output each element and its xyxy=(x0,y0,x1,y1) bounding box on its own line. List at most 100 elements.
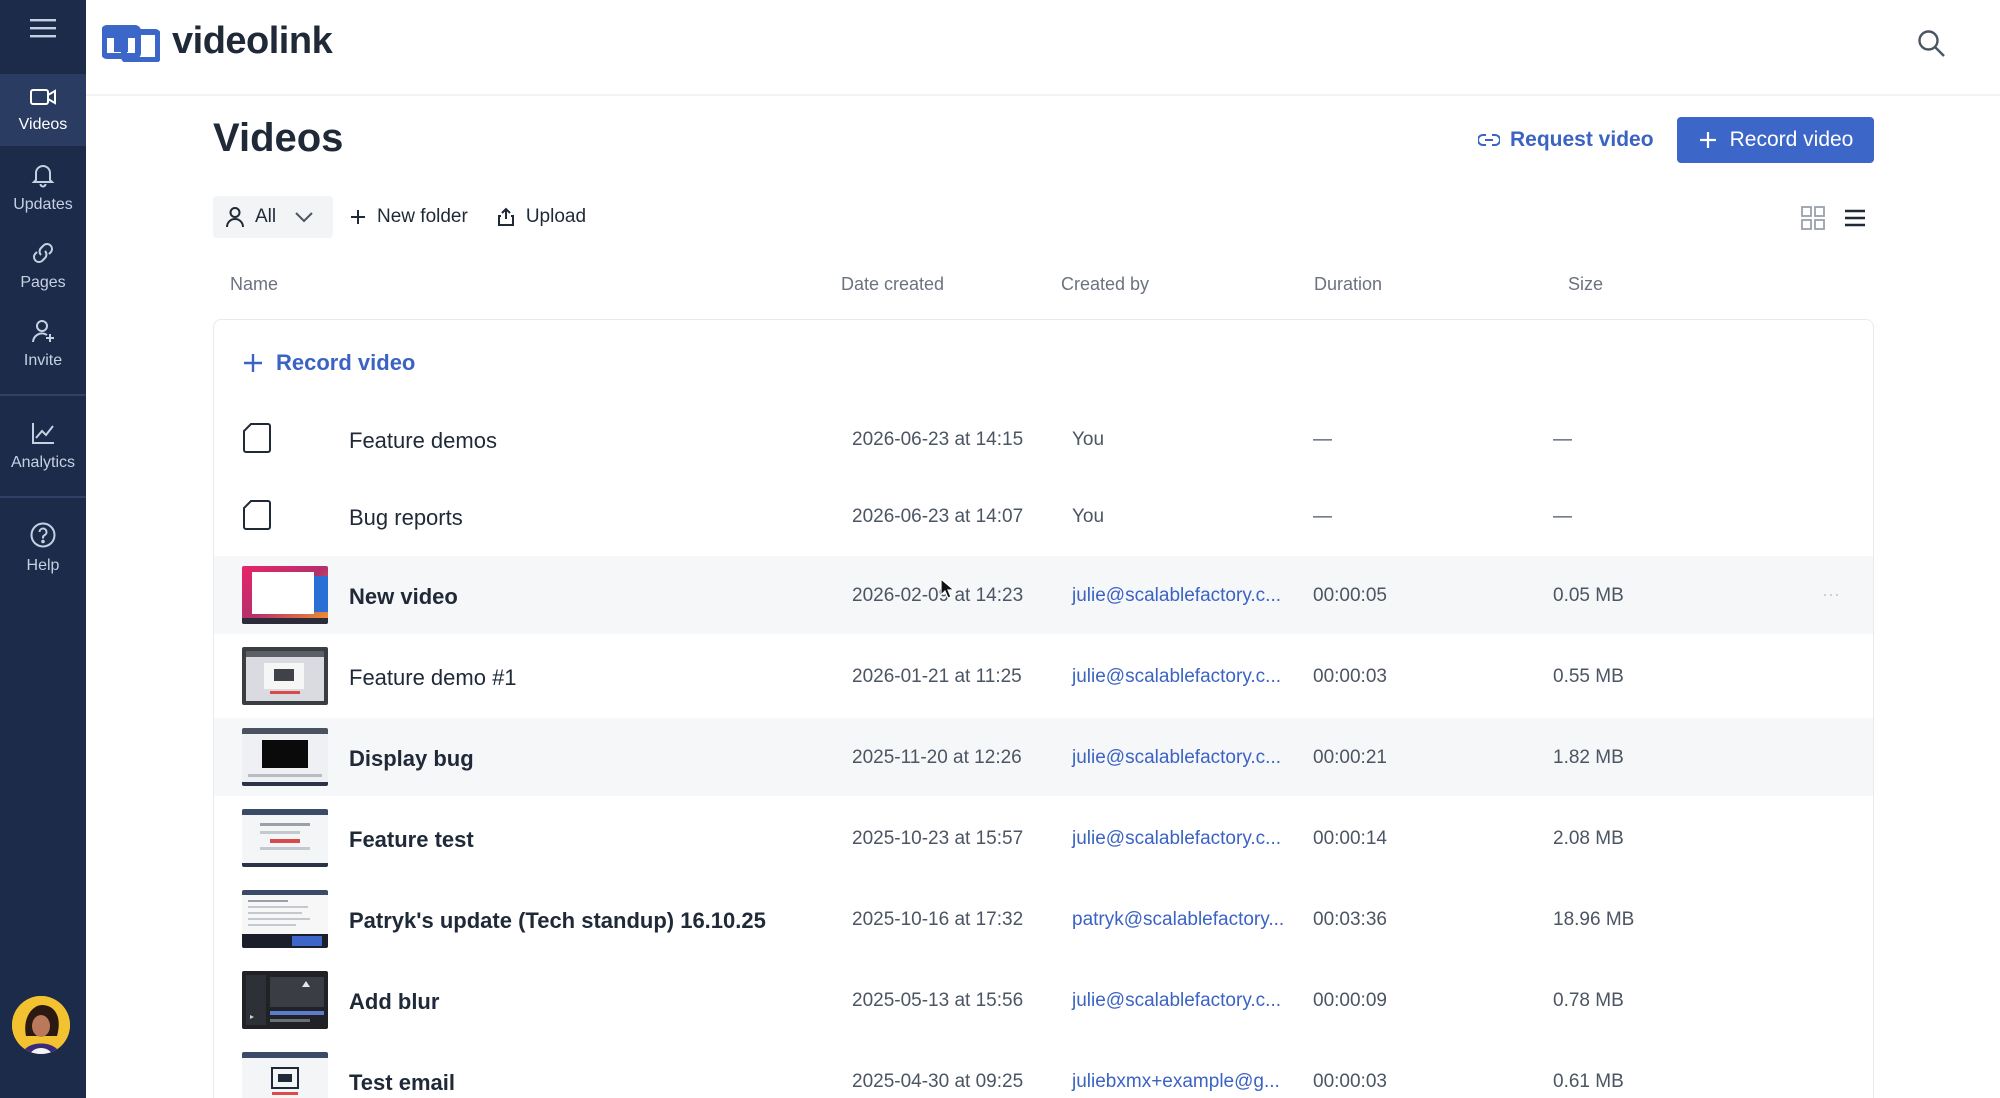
column-header-size[interactable]: Size xyxy=(1568,274,1603,295)
search-button[interactable] xyxy=(1916,28,1950,62)
duration: — xyxy=(1313,506,1332,527)
sidebar-item-help[interactable]: Help xyxy=(0,512,86,584)
menu-button[interactable] xyxy=(0,0,86,56)
video-name: Test email xyxy=(349,1070,455,1095)
user-icon xyxy=(226,207,244,228)
video-name: Display bug xyxy=(349,746,474,771)
video-row[interactable]: Add blur 2025-05-13 at 15:56 julie@scala… xyxy=(214,961,1873,1039)
upload-button[interactable]: Upload xyxy=(496,206,586,228)
date-created: 2026-01-21 at 11:25 xyxy=(852,666,1022,687)
mouse-cursor-icon xyxy=(940,578,956,599)
created-by[interactable]: julie@scalablefactory.c... xyxy=(1072,990,1281,1012)
video-name: Feature test xyxy=(349,827,474,852)
sidebar-item-label: Videos xyxy=(18,116,68,133)
upload-label: Upload xyxy=(525,206,587,227)
grid-view-button[interactable] xyxy=(1800,205,1826,231)
date-created: 2025-11-20 at 12:26 xyxy=(852,747,1022,768)
list-view-button[interactable] xyxy=(1842,205,1868,231)
duration: 00:00:05 xyxy=(1313,585,1387,606)
date-created: 2025-10-16 at 17:32 xyxy=(852,909,1024,930)
column-header-name[interactable]: Name xyxy=(230,274,278,295)
plus-icon xyxy=(244,354,262,372)
owner-filter-dropdown[interactable]: All xyxy=(213,196,333,238)
chevron-down-icon xyxy=(295,212,313,223)
video-name: New video xyxy=(349,584,458,609)
record-video-label: Record video xyxy=(1729,128,1854,151)
sidebar-item-pages[interactable]: Pages xyxy=(0,230,86,302)
owner-filter-value: All xyxy=(255,206,277,227)
sidebar-item-videos[interactable]: Videos xyxy=(0,74,86,146)
sidebar-item-label: Pages xyxy=(20,274,66,291)
video-row[interactable]: Feature demo #1 2026-01-21 at 11:25 juli… xyxy=(214,637,1873,715)
created-by[interactable]: julie@scalablefactory.c... xyxy=(1072,585,1281,607)
size: 0.55 MB xyxy=(1553,666,1624,687)
size: 18.96 MB xyxy=(1553,909,1635,930)
duration: 00:03:36 xyxy=(1313,909,1387,930)
sidebar-divider xyxy=(0,394,86,396)
link-icon xyxy=(33,243,53,263)
request-video-label: Request video xyxy=(1510,128,1654,151)
request-video-button[interactable]: Request video xyxy=(1478,118,1654,162)
created-by[interactable]: patryk@scalablefactory... xyxy=(1072,909,1284,931)
video-table: Record video Feature demos 2026-06-23 at… xyxy=(213,319,1874,1098)
video-row[interactable]: Feature test 2025-10-23 at 15:57 julie@s… xyxy=(214,799,1873,877)
video-name: Add blur xyxy=(349,989,440,1014)
created-by: You xyxy=(1072,429,1105,450)
video-row[interactable]: New video 2026-02-09 at 14:23 julie@scal… xyxy=(214,556,1873,634)
size: 0.78 MB xyxy=(1553,990,1624,1011)
question-circle-icon xyxy=(30,522,56,548)
date-created: 2026-06-23 at 14:15 xyxy=(852,429,1024,450)
created-by[interactable]: julie@scalablefactory.c... xyxy=(1072,666,1281,688)
created-by[interactable]: juliebxmx+example@g... xyxy=(1072,1071,1280,1093)
video-name: Patryk's update (Tech standup) 16.10.25 xyxy=(349,908,766,933)
duration: — xyxy=(1313,429,1332,450)
record-video-row-label: Record video xyxy=(276,350,416,375)
column-header-duration[interactable]: Duration xyxy=(1314,274,1382,295)
video-thumbnail xyxy=(242,566,328,624)
video-row[interactable]: Patryk's update (Tech standup) 16.10.25 … xyxy=(214,880,1873,958)
video-thumbnail xyxy=(242,647,328,705)
column-header-created-by[interactable]: Created by xyxy=(1061,274,1149,295)
more-options-button[interactable]: ··· xyxy=(1822,584,1840,605)
date-created: 2025-04-30 at 09:25 xyxy=(852,1071,1024,1092)
created-by[interactable]: julie@scalablefactory.c... xyxy=(1072,747,1281,769)
folder-row[interactable]: Bug reports 2026-06-23 at 14:07 You — — xyxy=(214,477,1873,555)
duration: 00:00:14 xyxy=(1313,828,1387,849)
date-created: 2026-06-23 at 14:07 xyxy=(852,506,1024,527)
sidebar-item-label: Analytics xyxy=(10,454,76,471)
video-row[interactable]: Display bug 2025-11-20 at 12:26 julie@sc… xyxy=(214,718,1873,796)
sidebar-item-updates[interactable]: Updates xyxy=(0,152,86,224)
folder-row[interactable]: Feature demos 2026-06-23 at 14:15 You — … xyxy=(214,400,1873,478)
list-view-icon xyxy=(1845,209,1865,227)
sidebar-item-analytics[interactable]: Analytics xyxy=(0,410,86,482)
grid-view-icon xyxy=(1801,206,1825,230)
created-by[interactable]: julie@scalablefactory.c... xyxy=(1072,828,1281,850)
link-icon xyxy=(1478,134,1500,146)
sidebar-item-invite[interactable]: Invite xyxy=(0,308,86,380)
upload-icon xyxy=(497,207,514,226)
record-video-row[interactable]: Record video xyxy=(242,350,415,376)
record-video-button[interactable]: Record video xyxy=(1677,117,1874,163)
plus-icon xyxy=(1699,132,1716,148)
video-thumbnail xyxy=(242,728,328,786)
size: 1.82 MB xyxy=(1553,747,1624,768)
video-camera-icon xyxy=(30,89,56,105)
column-header-date[interactable]: Date created xyxy=(841,274,944,295)
page-title: Videos xyxy=(213,116,344,160)
size: 2.08 MB xyxy=(1553,828,1624,849)
size: — xyxy=(1553,429,1572,450)
videolink-logo-icon xyxy=(102,24,160,62)
video-thumbnail xyxy=(242,1052,328,1098)
duration: 00:00:03 xyxy=(1313,1071,1387,1092)
video-row[interactable]: Test email 2025-04-30 at 09:25 juliebxmx… xyxy=(214,1042,1873,1098)
chart-line-icon xyxy=(32,423,54,444)
avatar-image xyxy=(12,996,70,1054)
logo[interactable]: videolink xyxy=(102,20,333,63)
created-by: You xyxy=(1072,506,1105,527)
avatar[interactable] xyxy=(12,996,70,1054)
sidebar-divider xyxy=(0,496,86,498)
new-folder-label: New folder xyxy=(377,206,468,227)
bell-icon xyxy=(31,165,55,188)
sidebar-item-label: Updates xyxy=(13,196,73,213)
new-folder-button[interactable]: New folder xyxy=(349,206,468,228)
